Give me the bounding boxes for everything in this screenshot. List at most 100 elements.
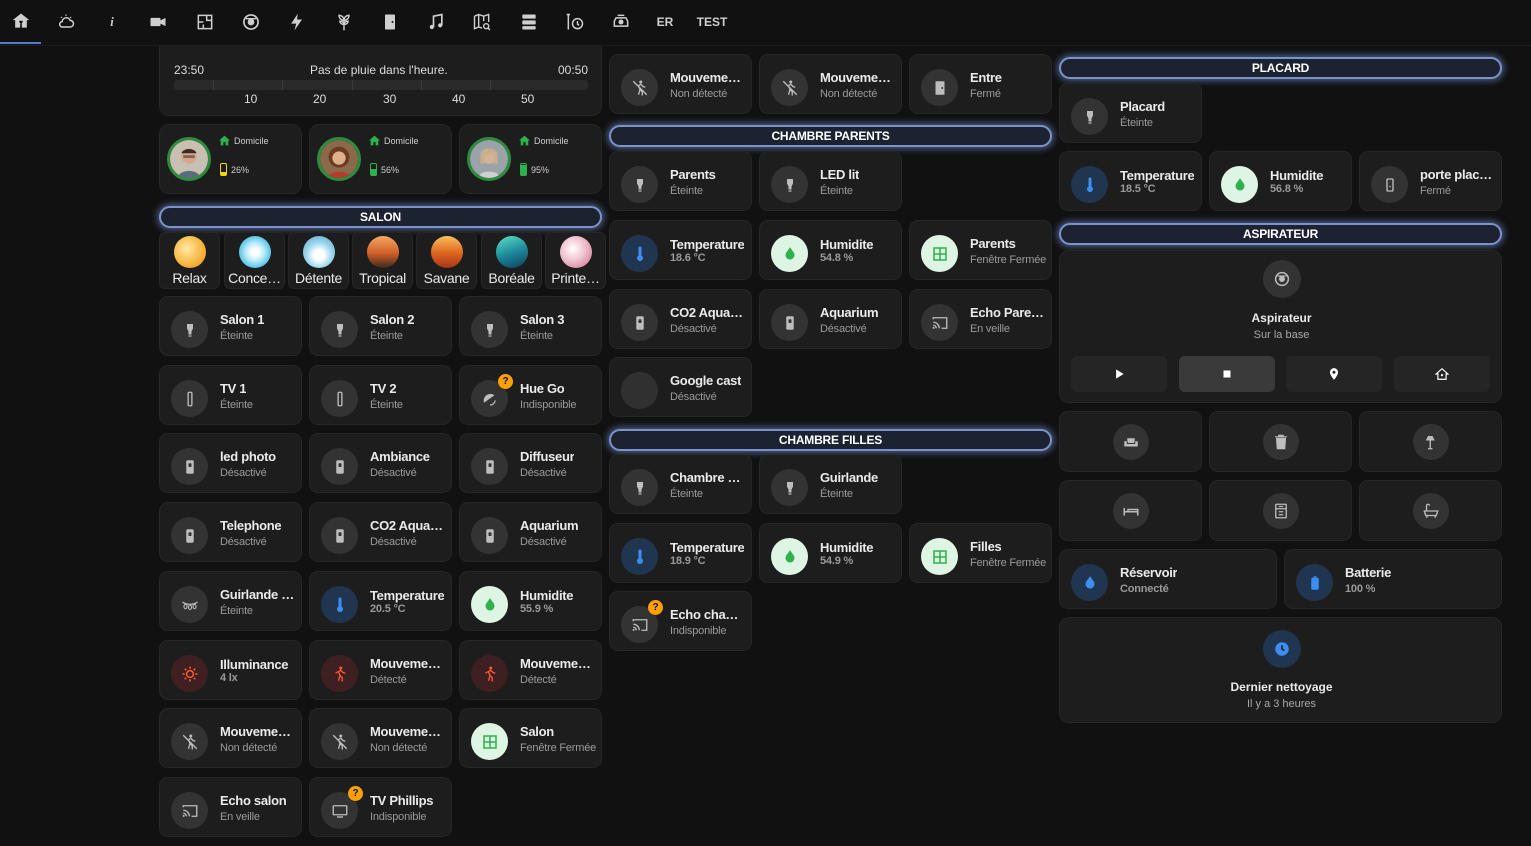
entity-tile[interactable]: Placard Éteinte [1059, 83, 1202, 143]
entity-tile[interactable]: Temperature 18.5 °C [1059, 151, 1202, 211]
entity-tile[interactable]: CO2 Aqua… Désactivé [609, 289, 752, 349]
bulb-icon[interactable] [171, 311, 208, 348]
plug-icon[interactable] [471, 517, 508, 554]
entity-tile[interactable]: Mouveme… Non détecté [309, 708, 452, 768]
thermometer-icon[interactable] [621, 235, 658, 272]
tab-floor-plan-icon[interactable] [185, 0, 225, 44]
thermometer-icon[interactable] [1071, 166, 1108, 203]
plug-icon[interactable] [171, 517, 208, 554]
entity-tile[interactable]: Google cast Désactivé [609, 357, 752, 417]
person-card[interactable]: Domicile 26% [159, 124, 302, 194]
water-drop-icon[interactable] [471, 586, 508, 623]
entity-tile[interactable]: Mouveme… Non détecté [609, 54, 752, 114]
cast-icon[interactable] [621, 372, 658, 409]
tab-door-icon[interactable] [370, 0, 410, 44]
last-clean-card[interactable]: Dernier nettoyage Il y a 3 heures [1059, 617, 1502, 723]
tab-info-icon[interactable]: i [92, 0, 132, 44]
entity-tile[interactable]: TV 1 Éteinte [159, 365, 302, 425]
tab-timer-icon[interactable] [555, 0, 595, 44]
tab-video-camera-icon[interactable] [138, 0, 178, 44]
room-clean-button[interactable] [1059, 480, 1202, 541]
window-icon[interactable] [921, 235, 958, 272]
entity-tile[interactable]: Chambre … Éteinte [609, 454, 752, 514]
entity-tile[interactable]: Diffuseur Désactivé [459, 433, 602, 493]
entity-tile[interactable]: Parents Éteinte [609, 151, 752, 211]
entity-tile[interactable]: Salon Fenêtre Fermée [459, 708, 602, 768]
tab-robot-vacuum-icon[interactable] [231, 0, 271, 44]
thermometer-icon[interactable] [621, 538, 658, 575]
entity-tile[interactable]: Echo salon En veille [159, 777, 302, 837]
plug-icon[interactable] [171, 448, 208, 485]
tab-lightning-icon[interactable] [277, 0, 317, 44]
tab-map-search-icon[interactable] [462, 0, 502, 44]
scene-button[interactable]: Détente [288, 232, 349, 289]
tab-test[interactable]: TEST [692, 0, 732, 44]
entity-tile[interactable]: Telephone Désactivé [159, 502, 302, 562]
entity-tile[interactable]: Humidite 54.9 % [759, 523, 902, 583]
entity-tile[interactable]: Salon 1 Éteinte [159, 296, 302, 356]
entity-tile[interactable]: Humidite 55.9 % [459, 571, 602, 631]
bulb-icon[interactable] [621, 166, 658, 203]
cast-icon[interactable] [171, 792, 208, 829]
tab-er[interactable]: ER [645, 0, 685, 44]
entity-tile[interactable]: Filles Fenêtre Fermée [909, 523, 1052, 583]
motion-off-icon[interactable] [621, 69, 658, 106]
person-card[interactable]: Domicile 95% [459, 124, 602, 194]
entity-tile[interactable]: Humidite 56.8 % [1209, 151, 1352, 211]
entity-tile[interactable]: Salon 3 Éteinte [459, 296, 602, 356]
entity-tile[interactable]: Guirlande … Éteinte [159, 571, 302, 631]
scene-button[interactable]: Conce… [224, 232, 285, 289]
water-drop-icon[interactable] [771, 538, 808, 575]
entity-tile[interactable]: ? Hue Go Indisponible [459, 365, 602, 425]
entity-tile[interactable]: Temperature 18.6 °C [609, 220, 752, 280]
room-clean-button[interactable] [1359, 411, 1502, 472]
entity-tile[interactable]: Mouveme… Non détecté [159, 708, 302, 768]
entity-tile[interactable]: Mouveme… Détecté [309, 640, 452, 700]
water-drop-icon[interactable] [771, 235, 808, 272]
motion-off-icon[interactable] [171, 723, 208, 760]
locate-button[interactable] [1286, 356, 1382, 392]
thermometer-icon[interactable] [321, 586, 358, 623]
entity-tile[interactable]: Temperature 20.5 °C [309, 571, 452, 631]
motion-icon[interactable] [321, 655, 358, 692]
tab-weather-cloud-icon[interactable] [46, 0, 86, 44]
entity-tile[interactable]: Salon 2 Éteinte [309, 296, 452, 356]
scene-button[interactable]: Relax [159, 232, 220, 289]
entity-tile[interactable]: Humidite 54.8 % [759, 220, 902, 280]
sun-icon[interactable] [171, 655, 208, 692]
entity-tile[interactable]: porte plac… Fermé [1359, 151, 1502, 211]
entity-tile[interactable]: Aquarium Désactivé [459, 502, 602, 562]
return-to-dock-button[interactable] [1394, 356, 1490, 392]
room-clean-button[interactable] [1209, 480, 1352, 541]
reservoir-tile[interactable]: Réservoir Connecté [1059, 549, 1277, 609]
entity-tile[interactable]: Mouveme… Non détecté [759, 54, 902, 114]
start-button[interactable] [1071, 356, 1167, 392]
scene-button[interactable]: Printe… [545, 232, 606, 289]
tab-server-icon[interactable] [509, 0, 549, 44]
water-drop-icon[interactable] [1221, 166, 1258, 203]
entity-tile[interactable]: LED lit Éteinte [759, 151, 902, 211]
lamp-tube-icon[interactable] [321, 380, 358, 417]
window-icon[interactable] [921, 538, 958, 575]
room-clean-button[interactable] [1359, 480, 1502, 541]
entity-tile[interactable]: Echo Pare… En veille [909, 289, 1052, 349]
entity-tile[interactable]: Temperature 18.9 °C [609, 523, 752, 583]
tab-printer-icon[interactable] [601, 0, 641, 44]
cast-icon[interactable] [921, 304, 958, 341]
scene-button[interactable]: Boréale [481, 232, 542, 289]
tab-home-heart-icon[interactable] [0, 0, 41, 44]
bulb-icon[interactable] [471, 311, 508, 348]
battery-tile[interactable]: Batterie 100 % [1284, 549, 1502, 609]
entity-tile[interactable]: led photo Désactivé [159, 433, 302, 493]
bulb-icon[interactable] [771, 166, 808, 203]
bulb-icon[interactable] [771, 469, 808, 506]
room-clean-button[interactable] [1209, 411, 1352, 472]
room-clean-button[interactable] [1059, 411, 1202, 472]
string-lights-icon[interactable] [171, 586, 208, 623]
motion-icon[interactable] [471, 655, 508, 692]
entity-tile[interactable]: Guirlande Éteinte [759, 454, 902, 514]
vacuum-card[interactable]: Aspirateur Sur la base [1059, 250, 1502, 403]
person-card[interactable]: Domicile 56% [309, 124, 452, 194]
entity-tile[interactable]: CO2 Aqua… Désactivé [309, 502, 452, 562]
plug-icon[interactable] [471, 448, 508, 485]
